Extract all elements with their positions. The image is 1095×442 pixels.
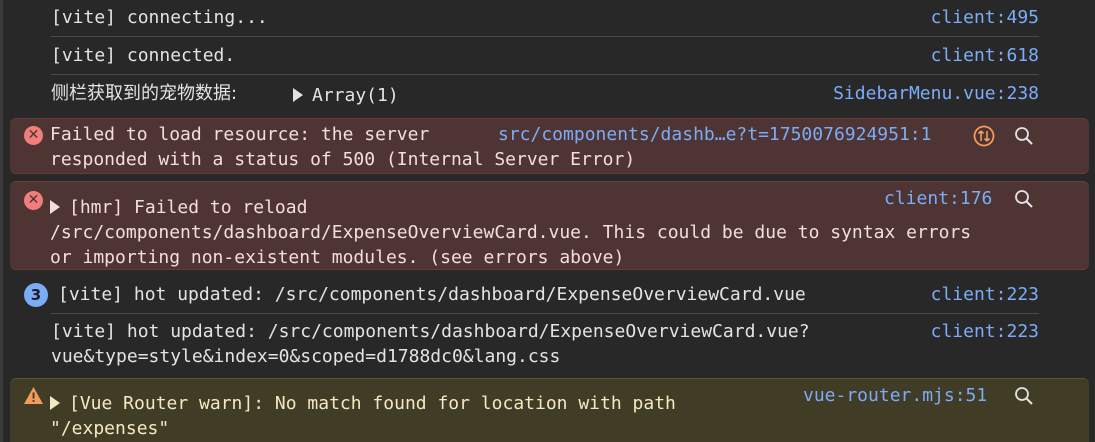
error-icon: ✕ [24,191,43,210]
error-icon: ✕ [24,126,43,145]
error-message-line: or importing non-existent modules. (see … [50,247,625,268]
log-row: [vite] connected. client:618 [0,43,1095,68]
warning-message-line: "/expenses" [50,418,170,439]
source-link[interactable]: client:176 [884,186,992,211]
warning-row: [Vue Router warn]: No match found for lo… [10,378,1089,442]
expand-triangle-icon[interactable] [50,396,60,410]
source-link[interactable]: client:223 [931,282,1039,307]
expand-triangle-icon[interactable] [293,88,303,102]
warning-message-text: [Vue Router warn]: No match found for lo… [69,393,676,414]
warning-message-line[interactable]: [Vue Router warn]: No match found for lo… [50,391,676,416]
log-message-line: vue&type=style&index=0&scoped=d1788dc0&l… [51,346,561,367]
error-message-line: Failed to load resource: the server [50,124,430,145]
expand-triangle-icon[interactable] [50,200,60,214]
log-message: [vite] hot updated: /src/components/dash… [58,284,806,305]
source-link[interactable]: src/components/dashb…e?t=1750076924951:1 [498,122,931,147]
source-link[interactable]: SidebarMenu.vue:238 [833,81,1039,106]
error-message-line[interactable]: [hmr] Failed to reload [50,195,307,220]
log-message-line: [vite] hot updated: /src/components/dash… [51,321,810,342]
network-icon[interactable] [973,125,995,147]
log-row: [vite] connecting... client:495 [0,5,1095,30]
expandable-array[interactable]: Array(1) [293,83,399,108]
source-link[interactable]: vue-router.mjs:51 [803,383,987,408]
devtools-console: [vite] connecting... client:495 [vite] c… [0,0,1095,442]
error-row: ✕ [hmr] Failed to reload /src/components… [10,181,1089,270]
log-row: [vite] hot updated: /src/components/dash… [0,319,1095,369]
log-message: [vite] connected. [51,45,236,66]
row-divider [51,74,1039,75]
log-row: 侧栏获取到的宠物数据: Array(1) SidebarMenu.vue:238 [0,81,1095,107]
error-row: ✕ Failed to load resource: the server re… [10,118,1089,174]
source-link[interactable]: client:223 [931,319,1039,344]
log-message: [vite] connecting... [51,7,268,28]
log-row: 3 [vite] hot updated: /src/components/da… [0,282,1095,308]
search-icon[interactable] [1014,386,1034,406]
row-divider [51,36,1039,37]
warning-icon [24,387,43,404]
source-link[interactable]: client:618 [931,43,1039,68]
error-message-text: [hmr] Failed to reload [69,197,308,218]
log-message: 侧栏获取到的宠物数据: [51,83,238,104]
search-icon[interactable] [1014,189,1034,209]
error-message-line: responded with a status of 500 (Internal… [50,149,636,170]
source-link[interactable]: client:495 [931,5,1039,30]
search-icon[interactable] [1014,126,1034,146]
array-label: Array(1) [312,85,399,106]
row-divider [51,313,1039,314]
repeat-count-badge: 3 [24,283,48,307]
error-message-line: /src/components/dashboard/ExpenseOvervie… [50,222,972,243]
